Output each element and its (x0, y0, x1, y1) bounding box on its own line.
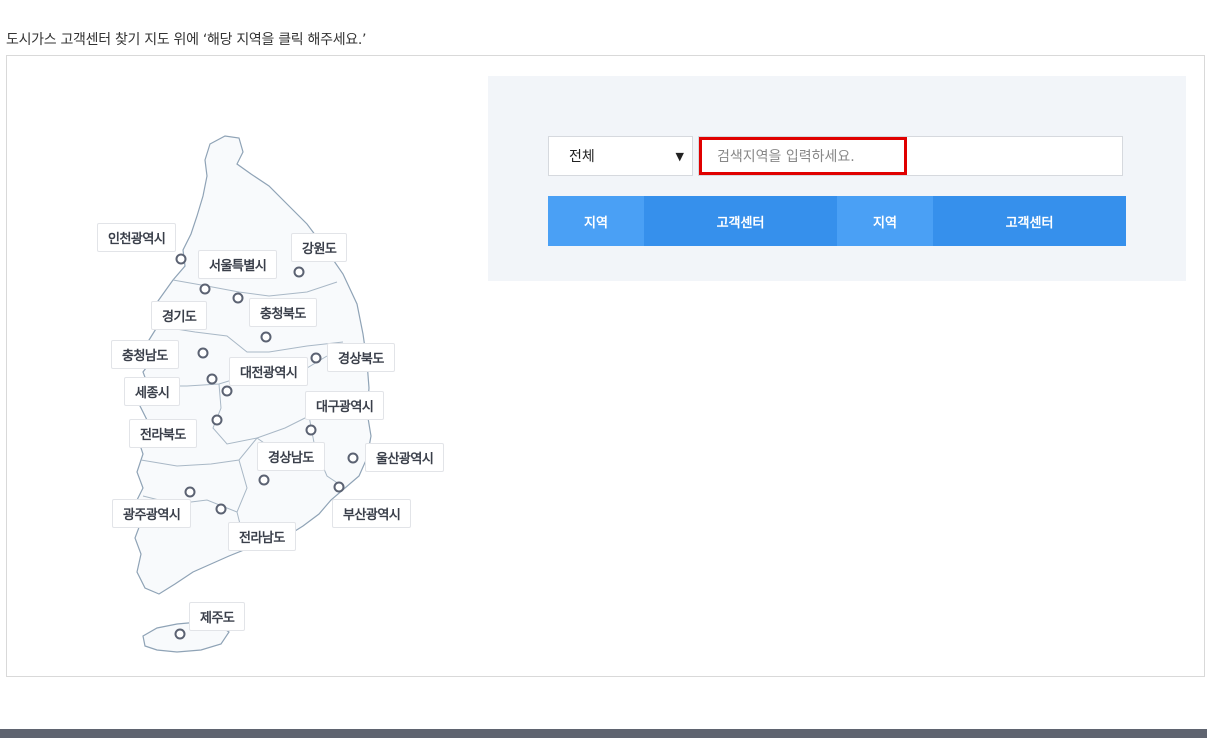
korea-map: 인천광역시 서울특별시 강원도 경기도 충청북도 충청남도 경상북도 대전광역시… (7, 56, 477, 676)
column-header-region: 지역 (548, 196, 644, 246)
search-input-placeholder: 검색지역을 입력하세요. (699, 137, 907, 175)
pin-gangwon[interactable] (293, 266, 305, 278)
pin-sejong[interactable] (206, 373, 218, 385)
column-header-center: 고객센터 (933, 196, 1126, 246)
pin-jeonnam[interactable] (215, 503, 227, 515)
search-area: 전체 ▼ 검색지역을 입력하세요. 지역 고객센터 지역 고객센터 (488, 76, 1186, 281)
region-label-incheon[interactable]: 인천광역시 (97, 223, 177, 252)
pin-jeonbuk[interactable] (211, 414, 223, 426)
column-header-region: 지역 (837, 196, 933, 246)
region-label-ulsan[interactable]: 울산광역시 (365, 443, 445, 472)
pin-daejeon[interactable] (221, 385, 233, 397)
region-label-jeonnam[interactable]: 전라남도 (228, 522, 296, 551)
pin-chungbuk[interactable] (260, 331, 272, 343)
region-label-chungnam[interactable]: 충청남도 (111, 340, 179, 369)
chevron-down-icon: ▼ (675, 149, 684, 163)
pin-busan[interactable] (333, 481, 345, 493)
region-label-gwangju[interactable]: 광주광역시 (112, 499, 192, 528)
region-label-seoul[interactable]: 서울특별시 (198, 250, 278, 279)
region-label-busan[interactable]: 부산광역시 (332, 499, 412, 528)
search-input[interactable]: 검색지역을 입력하세요. (698, 136, 1123, 176)
pin-gwangju[interactable] (184, 486, 196, 498)
region-label-daegu[interactable]: 대구광역시 (305, 391, 385, 420)
pin-chungnam[interactable] (197, 347, 209, 359)
footer-bar (0, 729, 1207, 738)
pin-gyeongbuk[interactable] (310, 352, 322, 364)
pin-ulsan[interactable] (347, 452, 359, 464)
region-label-chungbuk[interactable]: 충청북도 (249, 298, 317, 327)
region-label-gyeonggi[interactable]: 경기도 (151, 301, 208, 330)
region-label-gyeongbuk[interactable]: 경상북도 (327, 343, 395, 372)
column-header-center: 고객센터 (644, 196, 837, 246)
region-label-jeju[interactable]: 제주도 (189, 602, 246, 631)
pin-seoul[interactable] (199, 283, 211, 295)
pin-daegu[interactable] (305, 424, 317, 436)
pin-gyeongnam[interactable] (258, 474, 270, 486)
region-label-gangwon[interactable]: 강원도 (291, 233, 348, 262)
region-select-value: 전체 (569, 149, 595, 165)
pin-jeju[interactable] (174, 628, 186, 640)
results-table-header: 지역 고객센터 지역 고객센터 (548, 196, 1126, 246)
region-label-gyeongnam[interactable]: 경상남도 (257, 442, 325, 471)
region-select[interactable]: 전체 ▼ (548, 136, 693, 176)
region-label-daejeon[interactable]: 대전광역시 (229, 357, 309, 386)
gas-center-finder-panel: 인천광역시 서울특별시 강원도 경기도 충청북도 충청남도 경상북도 대전광역시… (6, 55, 1205, 677)
region-label-sejong[interactable]: 세종시 (124, 377, 181, 406)
pin-gyeonggi[interactable] (232, 292, 244, 304)
intro-text: 도시가스 고객센터 찾기 지도 위에 ‘해당 지역을 클릭 해주세요.’ (6, 32, 367, 48)
pin-incheon[interactable] (175, 253, 187, 265)
region-label-jeonbuk[interactable]: 전라북도 (129, 419, 197, 448)
